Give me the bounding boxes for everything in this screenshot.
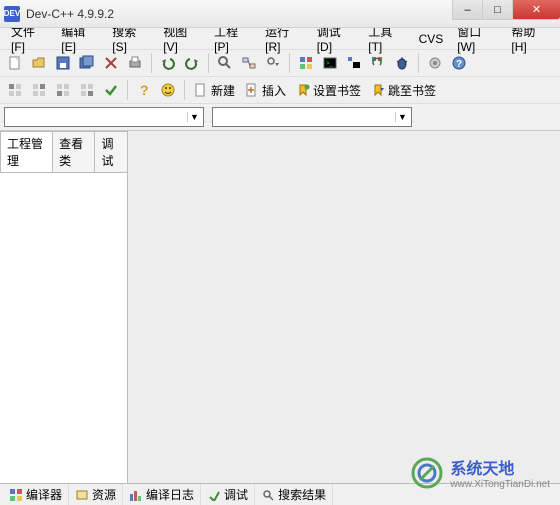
combo-1[interactable]: ▼ <box>4 107 204 127</box>
insert-button-label: 插入 <box>262 82 286 99</box>
combo-2[interactable]: ▼ <box>212 107 412 127</box>
btab-resources-label: 资源 <box>92 486 116 503</box>
replace-icon[interactable] <box>238 52 260 74</box>
set-bookmark-button[interactable]: 设置书签 <box>292 79 365 101</box>
help-icon[interactable]: ? <box>448 52 470 74</box>
insert-button[interactable]: 插入 <box>241 79 290 101</box>
btab-log-label: 编译日志 <box>146 486 194 503</box>
compiler-icon <box>10 489 22 501</box>
debug-icon <box>208 489 220 501</box>
save-icon[interactable] <box>52 52 74 74</box>
set-bookmark-label: 设置书签 <box>313 82 361 99</box>
side-tabs: 工程管理 查看类 调试 <box>0 131 127 173</box>
menu-cvs[interactable]: CVS <box>412 30 451 48</box>
pane3-icon[interactable] <box>52 79 74 101</box>
btab-search-results[interactable]: 搜索结果 <box>256 484 333 505</box>
goto-bookmark-button[interactable]: 跳至书签 <box>367 79 440 101</box>
btab-search-label: 搜索结果 <box>278 486 326 503</box>
close-button[interactable]: ✕ <box>512 0 560 20</box>
btab-resources[interactable]: 资源 <box>70 484 123 505</box>
resources-icon <box>76 489 88 501</box>
toolbar-separator <box>208 53 209 73</box>
new-doc-icon <box>194 83 208 97</box>
tab-project[interactable]: 工程管理 <box>0 131 53 172</box>
bookmark-set-icon <box>296 83 310 97</box>
toolbar-separator <box>184 80 185 100</box>
new-button[interactable]: 新建 <box>190 79 239 101</box>
menu-bar: 文件[F] 编辑[E] 搜索[S] 视图[V] 工程[P] 运行[R] 调试[D… <box>0 28 560 50</box>
find-next-icon[interactable] <box>262 52 284 74</box>
side-panel: 工程管理 查看类 调试 <box>0 131 128 483</box>
qmark-icon[interactable]: ? <box>133 79 155 101</box>
bottom-tabs: 编译器 资源 编译日志 调试 搜索结果 <box>0 483 560 505</box>
svg-text:?: ? <box>456 59 462 70</box>
run-icon[interactable]: >_ <box>319 52 341 74</box>
log-icon <box>130 489 142 501</box>
minimize-button[interactable]: – <box>452 0 482 20</box>
new-file-icon[interactable] <box>4 52 26 74</box>
main-area: 工程管理 查看类 调试 <box>0 131 560 483</box>
pane4-icon[interactable] <box>76 79 98 101</box>
bookmark-goto-icon <box>371 83 385 97</box>
find-icon[interactable] <box>214 52 236 74</box>
btab-compile-log[interactable]: 编译日志 <box>124 484 201 505</box>
rebuild-icon[interactable] <box>367 52 389 74</box>
maximize-button[interactable]: □ <box>482 0 512 20</box>
btab-debug-label: 调试 <box>224 486 248 503</box>
btab-compiler[interactable]: 编译器 <box>4 484 69 505</box>
chevron-down-icon: ▼ <box>187 112 201 122</box>
toolbar-separator <box>127 80 128 100</box>
close-file-icon[interactable] <box>100 52 122 74</box>
svg-text:?: ? <box>140 82 149 98</box>
window-controls: – □ ✕ <box>452 0 560 20</box>
pane1-icon[interactable] <box>4 79 26 101</box>
smile-icon[interactable] <box>157 79 179 101</box>
toolbar-separator <box>151 53 152 73</box>
toolbar-separator <box>289 53 290 73</box>
svg-text:>_: >_ <box>326 61 334 67</box>
side-content[interactable] <box>0 173 127 483</box>
print-icon[interactable] <box>124 52 146 74</box>
compile-icon[interactable] <box>295 52 317 74</box>
insert-icon <box>245 83 259 97</box>
window-title: Dev-C++ 4.9.9.2 <box>26 7 114 21</box>
btab-compiler-label: 编译器 <box>26 486 62 503</box>
debug-icon[interactable] <box>391 52 413 74</box>
open-icon[interactable] <box>28 52 50 74</box>
compile-run-icon[interactable] <box>343 52 365 74</box>
goto-bookmark-label: 跳至书签 <box>388 82 436 99</box>
editor-area[interactable] <box>128 131 560 483</box>
app-icon: DEV <box>4 6 20 22</box>
save-all-icon[interactable] <box>76 52 98 74</box>
toolbar-row-2: ? 新建 插入 设置书签 跳至书签 <box>0 77 560 104</box>
chevron-down-icon: ▼ <box>395 112 409 122</box>
pane2-icon[interactable] <box>28 79 50 101</box>
options-icon[interactable] <box>424 52 446 74</box>
title-bar: DEV Dev-C++ 4.9.9.2 – □ ✕ <box>0 0 560 28</box>
check-icon[interactable] <box>100 79 122 101</box>
search-results-icon <box>262 489 274 501</box>
tab-debug[interactable]: 调试 <box>94 131 128 172</box>
btab-debug[interactable]: 调试 <box>202 484 255 505</box>
undo-icon[interactable] <box>157 52 179 74</box>
toolbar-separator <box>418 53 419 73</box>
combo-row: ▼ ▼ <box>0 104 560 131</box>
new-button-label: 新建 <box>211 82 235 99</box>
tab-classes[interactable]: 查看类 <box>52 131 95 172</box>
redo-icon[interactable] <box>181 52 203 74</box>
